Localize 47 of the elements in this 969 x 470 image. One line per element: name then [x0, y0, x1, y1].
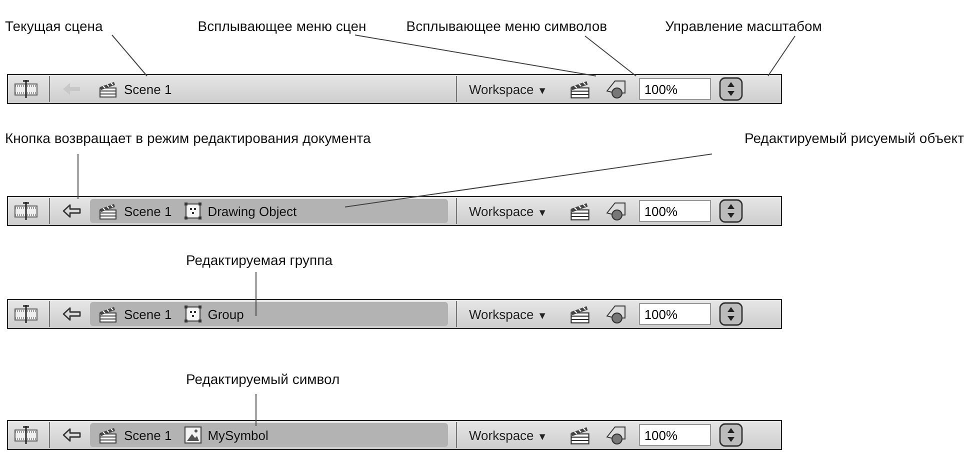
- callout-label: Всплывающее меню сцен: [198, 18, 366, 34]
- callout-label: Всплывающее меню символов: [406, 18, 608, 34]
- workspace-menu[interactable]: Workspace ▼: [465, 428, 552, 442]
- zoom-stepper-icon[interactable]: [719, 199, 744, 223]
- callout-label: Текущая сцена: [5, 18, 103, 34]
- zoom-field[interactable]: 100%: [639, 78, 712, 100]
- breadcrumb-item[interactable]: Drawing Object: [208, 204, 297, 218]
- clapperboard-icon: [98, 80, 118, 98]
- breadcrumb-item[interactable]: MySymbol: [208, 428, 268, 442]
- clapperboard-icon[interactable]: [569, 304, 592, 324]
- back-arrow-icon[interactable]: [62, 306, 82, 322]
- zoom-field[interactable]: 100%: [639, 303, 712, 325]
- back-arrow-icon[interactable]: [62, 203, 82, 219]
- leader-line: [768, 36, 796, 76]
- timeline-icon[interactable]: [14, 80, 38, 98]
- callout-label: Редактируемая группа: [186, 252, 332, 268]
- breadcrumb-item[interactable]: Scene 1: [124, 306, 172, 322]
- drawing-object-icon: [184, 202, 202, 220]
- breadcrumb-item[interactable]: Scene 1: [124, 428, 172, 442]
- clapperboard-icon[interactable]: [569, 79, 592, 99]
- clapperboard-icon: [98, 305, 118, 323]
- callout-label: Управление масштабом: [665, 18, 822, 34]
- clapperboard-icon[interactable]: [569, 201, 592, 221]
- callout-label: Кнопка возвращает в режим редактирования документа: [5, 130, 371, 146]
- zoom-stepper-icon[interactable]: [719, 77, 744, 101]
- workspace-menu[interactable]: Workspace ▼: [465, 82, 552, 96]
- zoom-stepper-icon[interactable]: [719, 423, 744, 447]
- workspace-menu[interactable]: Workspace ▼: [465, 204, 552, 218]
- callout-label: Редактируемый рисуемый объект: [744, 130, 964, 146]
- breadcrumb-item[interactable]: Group: [208, 306, 244, 322]
- zoom-field[interactable]: 100%: [639, 200, 712, 222]
- group-icon: [184, 305, 202, 323]
- timeline-icon[interactable]: [14, 305, 38, 323]
- zoom-stepper-icon[interactable]: [719, 302, 744, 326]
- clapperboard-icon: [98, 426, 118, 444]
- callout-label: Редактируемый символ: [186, 371, 340, 387]
- workspace-menu[interactable]: Workspace ▼: [465, 306, 552, 322]
- symbol-icon: [184, 426, 202, 444]
- back-arrow-icon[interactable]: [62, 427, 82, 443]
- timeline-icon[interactable]: [14, 202, 38, 220]
- leader-line: [112, 34, 148, 76]
- breadcrumb-item[interactable]: Scene 1: [124, 204, 172, 218]
- timeline-icon[interactable]: [14, 426, 38, 444]
- zoom-field[interactable]: 100%: [639, 424, 712, 446]
- clapperboard-icon: [98, 202, 118, 220]
- clapperboard-icon[interactable]: [569, 425, 592, 445]
- breadcrumb-item[interactable]: Scene 1: [124, 82, 172, 96]
